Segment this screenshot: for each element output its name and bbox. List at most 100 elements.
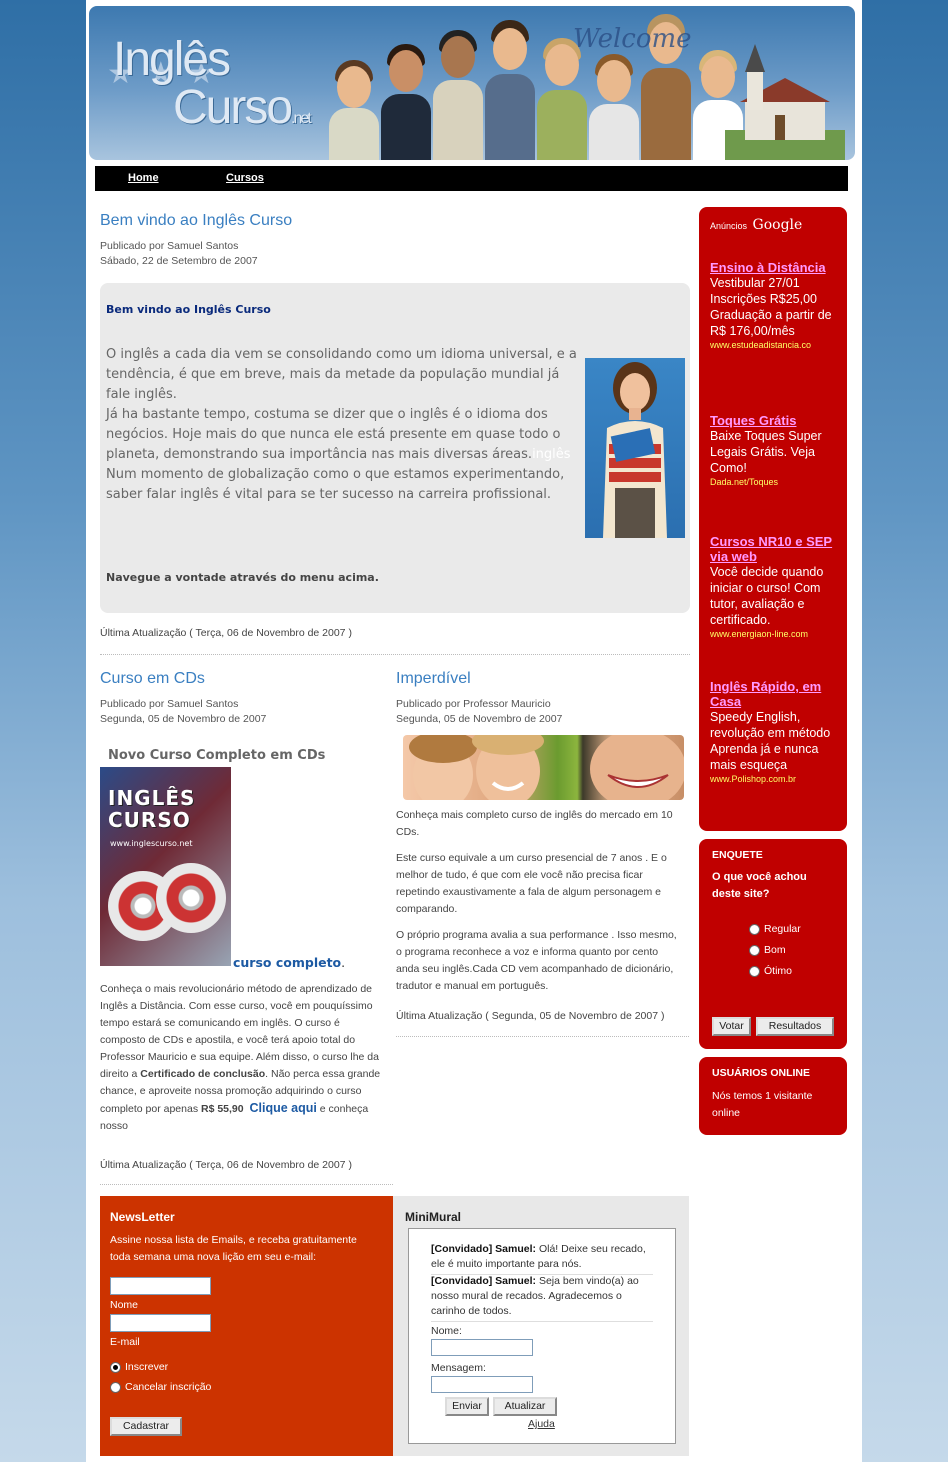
cd-course-image[interactable]: INGLÊS CURSO www.inglescurso.net [100,767,231,966]
imperdivel-body: Conheça mais completo curso de inglês do… [396,807,681,995]
unsubscribe-label: Cancelar inscrição [125,1381,212,1393]
logo-line1: Inglês [113,33,231,86]
poll-option-bom[interactable]: Bom [749,944,786,956]
ad-body: Baixe Toques Super Legais Grátis. Veja C… [710,429,822,475]
ad-url[interactable]: www.estudeadistancia.co [710,339,840,351]
radio-icon[interactable] [749,944,760,956]
ad-body: Vestibular 27/01 Inscrições R$25,00 Grad… [710,276,832,338]
ad-item[interactable]: Cursos NR10 e SEP via web Você decide qu… [710,534,840,640]
article-title-cds[interactable]: Curso em CDs [100,670,205,688]
curso-completo-link[interactable]: curso completo [233,955,341,970]
cadastrar-button[interactable]: Cadastrar [110,1417,182,1436]
para-2: Já ha bastante tempo, costuma se dizer q… [106,407,561,462]
divider [100,1184,393,1185]
ad-url[interactable]: Dada.net/Toques [710,476,840,488]
logo-line2-text: Curso [173,81,293,134]
unsubscribe-option[interactable]: Cancelar inscrição [110,1381,211,1393]
ads-header: Anúncios Google [710,217,802,233]
online-text: Nós temos 1 visitante online [712,1090,813,1119]
mural-refresh-button[interactable]: Atualizar [493,1397,557,1416]
article-author: Publicado por Samuel Santos [100,240,239,252]
poll-box: ENQUETE O que você achou deste site? Reg… [699,839,847,1049]
welcome-paragraph: O inglês a cada dia vem se consolidando … [106,345,586,505]
site-logo[interactable]: Inglês Curso.net [113,36,353,143]
name-input[interactable] [110,1277,211,1295]
newsletter-text: Assine nossa lista de Emails, e receba g… [110,1234,357,1263]
radio-icon[interactable] [110,1361,121,1373]
mural-name-label: Nome: [431,1325,462,1337]
poll-title: ENQUETE [712,849,763,861]
subscribe-option[interactable]: Inscrever [110,1361,168,1373]
person-figure [433,10,483,160]
article-date: Sábado, 22 de Setembro de 2007 [100,255,258,267]
subscribe-label: Inscrever [125,1361,169,1373]
article-title-welcome[interactable]: Bem vindo ao Inglês Curso [100,212,292,230]
ad-item[interactable]: Inglês Rápido, em Casa Speedy English, r… [710,679,840,785]
person-figure [381,10,431,160]
imperdivel-meta: Publicado por Professor Mauricio Segunda… [396,697,562,727]
clique-aqui-link[interactable]: Clique aqui [249,1101,316,1115]
article-date: Segunda, 05 de Novembro de 2007 [100,713,267,725]
poll-option-label: Regular [764,923,801,935]
mural-panel: [Convidado] Samuel: Olá! Deixe seu recad… [408,1228,676,1444]
article-author: Publicado por Samuel Santos [100,698,239,710]
cd-disc-icon [156,863,226,933]
ad-url[interactable]: www.Polishop.com.br [710,773,840,785]
para-3: Num momento de globalização como o que e… [106,467,565,502]
newsletter-box: NewsLetter Assine nossa lista de Emails,… [100,1196,393,1456]
top-nav: Home Cursos [95,166,848,191]
nav-cursos[interactable]: Cursos [226,172,264,184]
vote-button[interactable]: Votar [712,1017,751,1036]
message-author: [Convidado] Samuel: [431,1275,537,1287]
person-figure [485,10,535,160]
nav-home[interactable]: Home [128,172,159,184]
radio-icon[interactable] [749,923,760,935]
curso-completo-link-wrap: curso completo. [233,955,345,970]
cd-updated: Última Atualização ( Terça, 06 de Novemb… [100,1159,352,1171]
para-2-link[interactable]: inglês [532,447,571,462]
ad-title[interactable]: Toques Grátis [710,413,840,428]
results-button[interactable]: Resultados [756,1017,834,1036]
church-illustration [725,44,845,160]
radio-icon[interactable] [749,965,760,977]
cd-price: R$ 55,90 [201,1103,244,1115]
radio-icon[interactable] [110,1381,121,1393]
mural-message: [Convidado] Samuel: Seja bem vindo(a) ao… [431,1274,653,1322]
article-author: Publicado por Professor Mauricio [396,698,551,710]
ad-title[interactable]: Inglês Rápido, em Casa [710,679,840,709]
ad-url[interactable]: www.energiaon-line.com [710,628,840,640]
article-title-imperdivel[interactable]: Imperdível [396,670,471,688]
ad-body: Speedy English, revolução em método Apre… [710,710,831,772]
mural-message-input[interactable] [431,1376,533,1393]
ad-body: Você decide quando iniciar o curso! Com … [710,565,824,627]
ad-item[interactable]: Toques Grátis Baixe Toques Super Legais … [710,413,840,488]
email-input[interactable] [110,1314,211,1332]
ad-title[interactable]: Cursos NR10 e SEP via web [710,534,840,564]
imperdivel-updated: Última Atualização ( Segunda, 05 de Nove… [396,1010,665,1022]
cd-body-1: Conheça o mais revolucionário método de … [100,983,379,1080]
student-photo [585,358,685,538]
mural-name-input[interactable] [431,1339,533,1356]
mural-help-link[interactable]: Ajuda [528,1418,555,1430]
imperdivel-p2: Este curso equivale a um curso presencia… [396,852,667,915]
mural-message-label: Mensagem: [431,1362,486,1374]
poll-option-label: Bom [764,944,786,956]
mural-title: MiniMural [405,1210,461,1224]
welcome-script: Welcome [573,24,692,54]
poll-option-otimo[interactable]: Ótimo [749,965,792,977]
mural-send-button[interactable]: Enviar [445,1397,489,1416]
poll-option-regular[interactable]: Regular [749,923,801,935]
header-banner: ★ ★ ★ Inglês Curso.net Welcome [89,6,855,160]
article-meta: Publicado por Samuel Santos Sábado, 22 d… [100,239,258,269]
article-date: Segunda, 05 de Novembro de 2007 [396,713,563,725]
nav-hint: Navegue a vontade através do menu acima. [106,571,379,584]
cd-body-bold: Certificado de conclusão [140,1068,266,1080]
ads-prefix: Anúncios [710,221,748,231]
cd-image-logo-line2: CURSO [108,808,191,832]
ad-item[interactable]: Ensino à Distância Vestibular 27/01 Insc… [710,260,840,351]
ad-title[interactable]: Ensino à Distância [710,260,840,275]
online-title: USUÁRIOS ONLINE [712,1067,811,1079]
smiling-faces-photo [403,735,684,800]
minimural-box: MiniMural [Convidado] Samuel: Olá! Deixe… [393,1196,689,1456]
poll-question: O que você achou deste site? [712,871,807,900]
